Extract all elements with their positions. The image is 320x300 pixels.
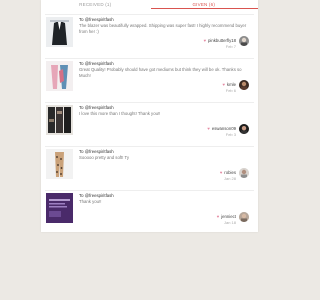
feedback-message: Sooooo pretty and soft! Ty (79, 155, 130, 160)
feedback-message: I love this more than I thought! Thank y… (79, 111, 161, 116)
feedback-recipient[interactable]: To @freespiritfash (79, 149, 114, 154)
user-avatar[interactable] (239, 80, 249, 90)
feedback-recipient[interactable]: To @freespiritfash (79, 105, 114, 110)
feedback-date: Jan 18 (223, 220, 236, 225)
feedback-username[interactable]: ♥ pinkbutterfly18 (203, 38, 236, 43)
feedback-message: Great Quality! Probably should have got … (79, 67, 242, 78)
feedback-message: The blazer was beautifully wrapped. Ship… (79, 23, 247, 34)
tab-received[interactable]: RECEIVED (1) (41, 0, 150, 10)
feedback-recipient[interactable]: To @freespiritfash (79, 17, 114, 22)
feedback-username[interactable]: ♥ eswanson09 (207, 126, 236, 131)
feedback-username[interactable]: ♥ robies (220, 170, 236, 175)
feedback-recipient[interactable]: To @freespiritfash (79, 193, 114, 198)
active-tab-indicator (151, 8, 258, 9)
pink-pants-photo[interactable] (46, 61, 73, 91)
user-avatar[interactable] (239, 124, 249, 134)
feedback-item[interactable]: To @freespiritfash Great Quality! Probab… (45, 58, 254, 98)
purple-listing-photo[interactable] (46, 193, 73, 223)
feedback-date: Feb 6 (225, 88, 236, 93)
user-avatar[interactable] (239, 212, 249, 222)
feedback-message: Thank you!! (79, 199, 102, 204)
user-avatar[interactable] (239, 168, 249, 178)
feedback-item[interactable]: To @freespiritfash Thank you!! ♥ jenniect… (45, 190, 254, 230)
user-avatar[interactable] (239, 36, 249, 46)
blazer-photo[interactable] (46, 17, 73, 47)
feedback-item[interactable]: To @freespiritfash The blazer was beauti… (45, 14, 254, 54)
feedback-username[interactable]: ♥ jenniect (217, 214, 236, 219)
feedback-date: Feb 3 (225, 132, 236, 137)
feedback-panel: RECEIVED (1) GIVEN (6) To @freespiritfas… (41, 0, 258, 232)
feedback-item[interactable]: To @freespiritfash Sooooo pretty and sof… (45, 146, 254, 186)
feedback-date: Jan 28 (223, 176, 236, 181)
heart-icon: ♥ (203, 38, 207, 43)
heart-icon: ♥ (216, 214, 220, 219)
feedback-username[interactable]: ♥ kmle (222, 82, 236, 87)
heart-icon: ♥ (219, 170, 223, 175)
feedback-date: Feb 7 (225, 44, 236, 49)
heart-icon: ♥ (207, 126, 210, 131)
leopard-leggings-photo[interactable] (46, 149, 73, 179)
heart-icon: ♥ (222, 82, 225, 87)
patterned-pants-photo[interactable] (46, 105, 73, 135)
feedback-recipient[interactable]: To @freespiritfash (79, 61, 114, 66)
feedback-item[interactable]: To @freespiritfash I love this more than… (45, 102, 254, 142)
